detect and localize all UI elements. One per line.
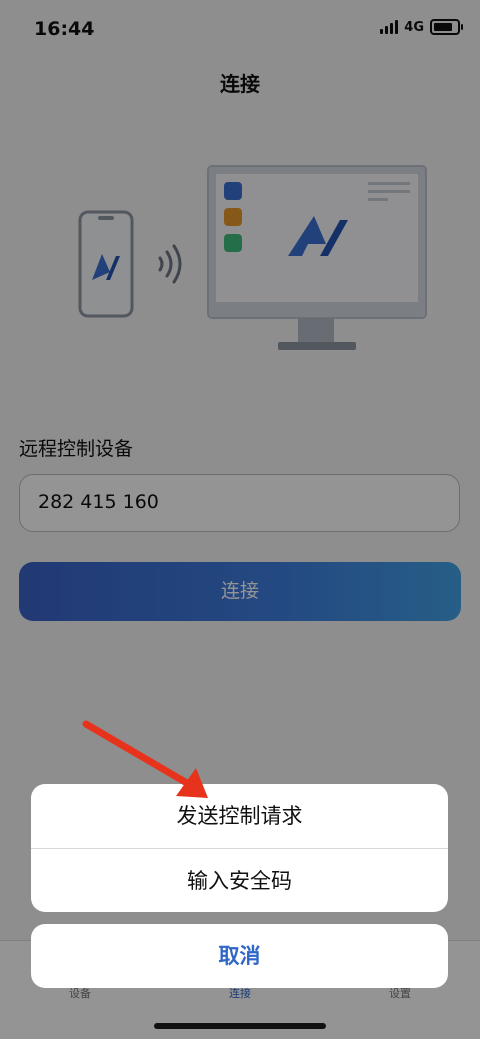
cancel-button[interactable]: 取消 bbox=[31, 924, 448, 988]
annotation-arrow-icon bbox=[82, 720, 208, 798]
home-indicator[interactable] bbox=[154, 1023, 326, 1029]
enter-security-code-option[interactable]: 输入安全码 bbox=[31, 849, 448, 912]
